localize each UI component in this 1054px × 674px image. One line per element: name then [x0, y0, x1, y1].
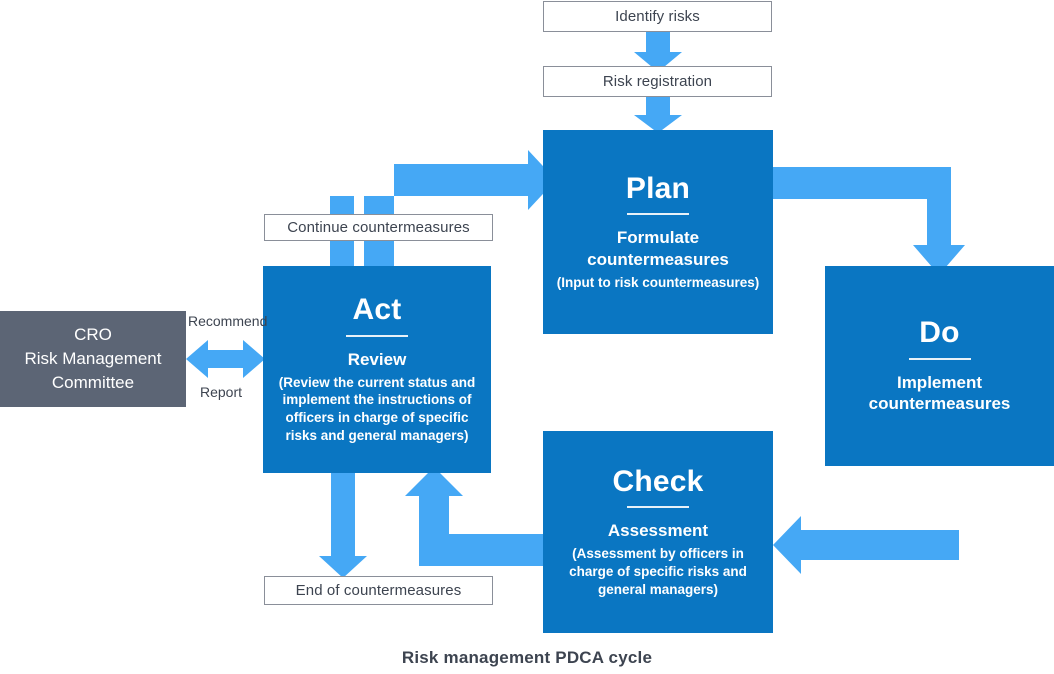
panel-act-divider: [346, 334, 408, 337]
arrow-act-to-plan: [364, 150, 556, 266]
panel-plan-title: Plan: [625, 171, 691, 205]
panel-check-divider: [627, 506, 689, 509]
diagram-caption: Risk management PDCA cycle: [401, 648, 653, 667]
panel-check-subtitle: Assessment: [607, 521, 709, 541]
arrow-registration-to-plan: [634, 97, 682, 133]
panel-act-note: (Review the current status and implement…: [278, 374, 476, 443]
committee-text-block: CRO Risk Management Committee: [24, 323, 161, 395]
panel-do-subtitle: Implement countermeasures: [868, 372, 1011, 414]
branch-end-of-countermeasures[interactable]: End of countermeasures: [264, 576, 493, 605]
panel-check-title: Check: [612, 464, 704, 498]
arrow-committee-act-bidirectional: [186, 340, 265, 378]
step-risk-registration-label: Risk registration: [602, 73, 713, 90]
panel-do-title: Do: [919, 316, 960, 349]
arrow-check-to-act: [405, 467, 543, 566]
panel-do-divider: [908, 357, 971, 360]
arrow-plan-to-do: [773, 167, 965, 275]
panel-plan[interactable]: Plan Formulate countermeasures (Input to…: [543, 130, 773, 334]
panel-act-title: Act: [352, 293, 402, 327]
step-identify-risks[interactable]: Identify risks: [543, 1, 772, 32]
panel-act[interactable]: Act Review (Review the current status an…: [263, 266, 491, 473]
pdca-diagram: Identify risks Risk registration Plan Fo…: [0, 0, 1054, 674]
panel-do[interactable]: Do Implement countermeasures: [825, 266, 1054, 466]
branch-continue-countermeasures[interactable]: Continue countermeasures: [264, 214, 493, 241]
committee-line-2: Risk Management: [24, 348, 162, 368]
step-identify-risks-label: Identify risks: [615, 8, 700, 25]
panel-plan-note: (Input to risk countermeasures): [556, 274, 760, 290]
panel-plan-divider: [627, 213, 689, 216]
arrow-continue-stub-upper: [330, 196, 354, 216]
panel-check[interactable]: Check Assessment (Assessment by officers…: [543, 431, 773, 633]
arrow-act-to-end: [319, 466, 367, 578]
panel-cro-risk-management-committee[interactable]: CRO Risk Management Committee: [0, 311, 186, 407]
label-recommend: Recommend: [188, 313, 268, 329]
branch-continue-label: Continue countermeasures: [287, 219, 470, 236]
committee-line-1: CRO: [74, 324, 112, 344]
branch-end-label: End of countermeasures: [295, 582, 462, 599]
arrow-do-to-check: [773, 466, 959, 574]
panel-check-note: (Assessment by officers in charge of spe…: [569, 545, 747, 597]
committee-line-3: Committee: [51, 373, 135, 393]
panel-plan-subtitle: Formulate countermeasures: [587, 228, 729, 269]
label-report: Report: [200, 384, 243, 400]
arrow-continue-stub-lower: [330, 239, 354, 266]
step-risk-registration[interactable]: Risk registration: [543, 66, 772, 97]
panel-act-subtitle: Review: [347, 349, 407, 369]
